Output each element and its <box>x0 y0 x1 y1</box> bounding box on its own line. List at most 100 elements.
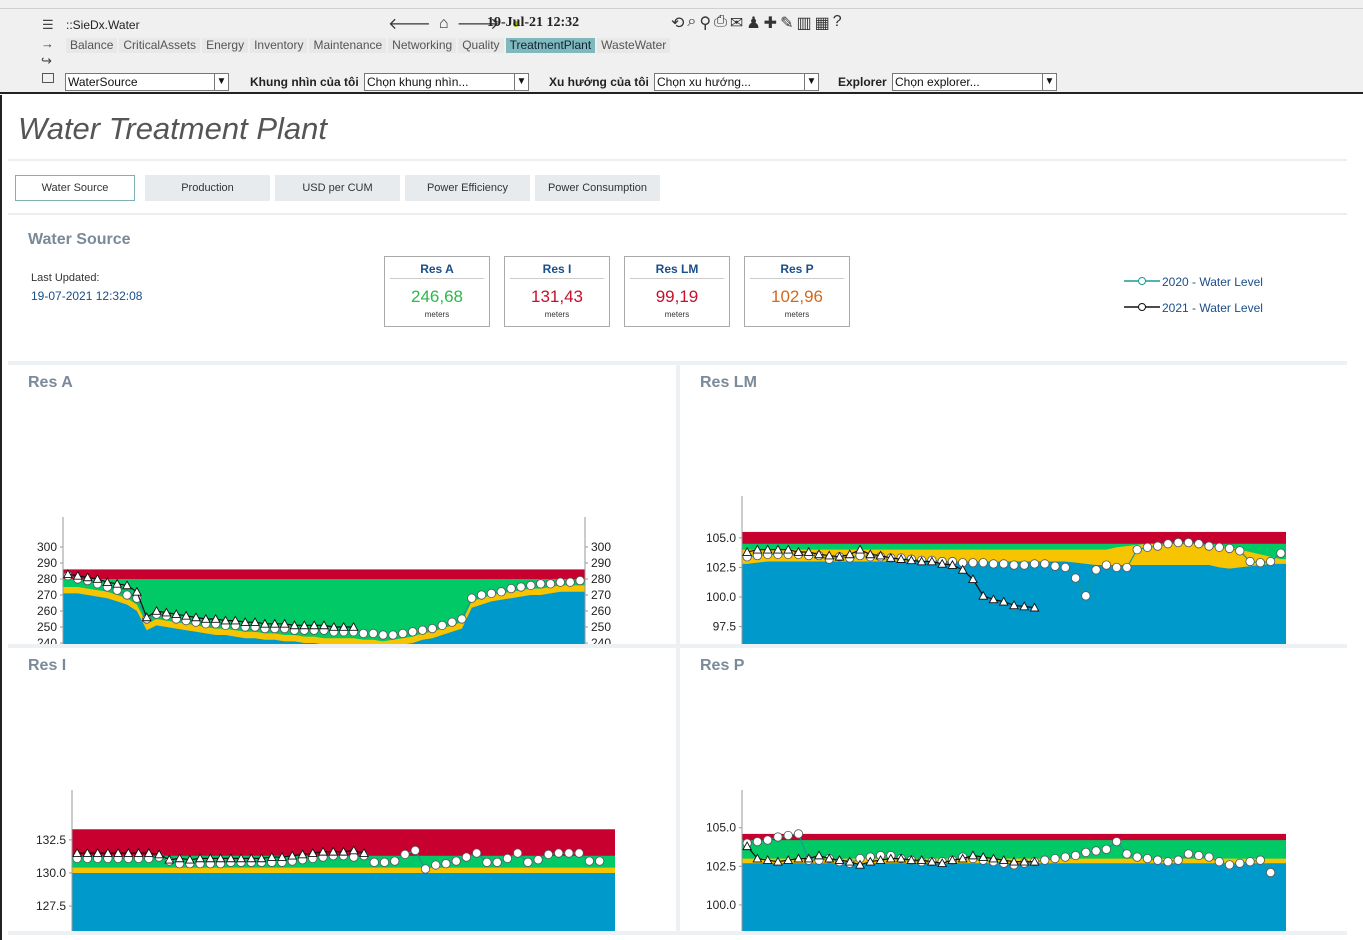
add-icon[interactable]: ✚ <box>764 13 777 33</box>
nav-tab-wastewater[interactable]: WasteWater <box>597 38 671 53</box>
toolbar-divider <box>0 8 1363 9</box>
chart-res-p-svg: 97.5100.0102.5105.0246810121416182022242… <box>706 790 1286 931</box>
location-icon[interactable]: ⚲ <box>699 13 711 33</box>
chart-res-a-svg: 2302302402402502502602602702702802802902… <box>37 517 611 644</box>
kpi-value: 246,68 <box>411 287 463 306</box>
data-point-circle <box>543 849 554 860</box>
data-point-circle <box>1040 855 1050 865</box>
nav-tab-inventory[interactable]: Inventory <box>250 38 308 53</box>
data-point-circle <box>1276 548 1286 558</box>
data-point-circle <box>1183 537 1194 548</box>
back-arrow-icon[interactable]: 🡐 <box>388 13 431 34</box>
kpi-name: Res A <box>390 257 484 279</box>
section-title: Water Source <box>28 231 131 248</box>
toolbar-icons: ⟲ ⌕ ⚲ ⎙ ✉ ♟ ✚ ✎ ▥ ▦ ? <box>671 13 842 33</box>
data-point-circle <box>1173 537 1183 548</box>
data-point-circle <box>793 829 804 839</box>
tab-power-consumption[interactable]: Power Consumption <box>535 175 660 201</box>
data-point-circle <box>1235 546 1245 556</box>
dashboard-page: Water Treatment Plant Water Source Produ… <box>0 95 1363 940</box>
data-point-circle <box>1112 837 1122 847</box>
data-point-circle <box>1224 860 1235 870</box>
nav-tab-quality[interactable]: Quality <box>458 38 504 53</box>
data-point-circle <box>968 558 978 568</box>
print-icon[interactable]: ⎙ <box>714 13 727 33</box>
help-icon[interactable]: ? <box>833 13 842 33</box>
data-point-circle <box>492 857 502 867</box>
return-arrow-icon[interactable]: ↪ <box>41 53 52 69</box>
y-tick-label-right: 250 <box>591 620 611 634</box>
data-point-circle <box>523 857 533 867</box>
y-tick-label: 290 <box>37 556 57 570</box>
data-point-circle <box>378 630 388 640</box>
app-toolbar: ☰ → ↪ ::SieDx.Water Balance CriticalAsset… <box>0 0 1363 94</box>
data-point-circle <box>1142 854 1153 864</box>
chevron-down-icon[interactable]: ▼ <box>214 74 228 90</box>
kpi-card-res-lm[interactable]: Res LM 99,19 meters <box>624 256 730 327</box>
explorer-label: Explorer <box>838 75 887 89</box>
home-icon[interactable]: ⌂ <box>439 15 449 33</box>
chevron-down-icon[interactable]: ▼ <box>1042 74 1056 90</box>
data-point-circle <box>368 628 378 638</box>
data-point-circle <box>427 623 437 634</box>
chart-res-a: Res A 2302302402402502502602602702702802… <box>8 365 676 644</box>
chart-edit-icon[interactable]: ✎ <box>780 13 793 33</box>
legend-item-2020[interactable]: 2020 - Water Level <box>1162 275 1263 289</box>
kpi-card-res-i[interactable]: Res I 131,43 meters <box>504 256 610 327</box>
chevron-down-icon[interactable]: ▼ <box>804 74 818 90</box>
kpi-card-res-p[interactable]: Res P 102,96 meters <box>744 256 850 327</box>
data-point-circle <box>545 579 556 589</box>
mail-icon[interactable]: ✉ <box>730 13 743 33</box>
y-tick-label: 280 <box>37 572 57 586</box>
data-point-circle <box>358 628 368 638</box>
chevron-down-icon[interactable]: ▼ <box>514 74 528 90</box>
kpi-name: Res I <box>510 257 604 279</box>
tab-power-efficiency[interactable]: Power Efficiency <box>405 175 530 201</box>
water-source-select[interactable]: WaterSource ▼ <box>65 73 229 91</box>
kpi-name: Res LM <box>630 257 724 279</box>
tab-production[interactable]: Production <box>145 175 270 201</box>
data-point-circle <box>1112 562 1122 573</box>
data-point-circle <box>482 857 492 867</box>
menu-icon[interactable]: ☰ <box>42 17 54 33</box>
kpi-value: 99,19 <box>655 287 699 306</box>
data-point-circle <box>472 848 482 858</box>
data-point-circle <box>584 856 594 866</box>
data-point-circle <box>1204 852 1214 862</box>
search-chart-icon[interactable]: ⌕ <box>687 13 696 33</box>
chart-res-i-svg: 125.0127.5130.0132.524681012141618202224… <box>36 790 615 931</box>
data-point-circle <box>506 584 516 594</box>
data-point-circle <box>999 559 1009 569</box>
data-point-circle <box>390 856 400 866</box>
data-point-circle <box>1163 539 1173 549</box>
data-point-circle <box>554 848 564 858</box>
data-point-circle <box>565 577 575 587</box>
trend-label: Xu hướng của tôi <box>549 75 649 89</box>
tab-water-source[interactable]: Water Source <box>15 175 135 201</box>
y-tick-label: 97.5 <box>713 620 737 634</box>
data-point-circle <box>513 848 523 858</box>
nav-tab-criticalassets[interactable]: CriticalAssets <box>119 38 201 53</box>
explorer-select[interactable]: Chọn explorer... ▼ <box>892 73 1057 91</box>
arrow-right-icon[interactable]: → <box>41 36 54 51</box>
blue-band <box>742 863 1286 931</box>
data-point-circle <box>400 849 410 860</box>
nav-tab-maintenance[interactable]: Maintenance <box>309 38 387 53</box>
trend-select[interactable]: Chọn xu hướng... ▼ <box>654 73 819 91</box>
data-point-circle <box>1224 543 1235 554</box>
grid-icon[interactable]: ▦ <box>815 13 830 33</box>
bar-chart-icon[interactable]: ▥ <box>796 13 811 33</box>
frame-select[interactable]: Chọn khung nhìn... ▼ <box>364 73 529 91</box>
user-icon[interactable]: ♟ <box>746 13 760 33</box>
data-point-circle <box>369 857 379 867</box>
nav-tab-networking[interactable]: Networking <box>388 38 457 53</box>
legend-item-2021[interactable]: 2021 - Water Level <box>1162 301 1263 315</box>
data-point-circle <box>1081 591 1091 601</box>
data-point-circle <box>575 576 585 586</box>
kpi-card-res-a[interactable]: Res A 246,68 meters <box>384 256 490 327</box>
tab-usd-per-cum[interactable]: USD per CUM <box>275 175 400 201</box>
nav-tab-energy[interactable]: Energy <box>202 38 249 53</box>
nav-tab-treatmentplant[interactable]: TreatmentPlant <box>505 38 596 53</box>
refresh-icon[interactable]: ⟲ <box>671 13 684 33</box>
nav-tab-balance[interactable]: Balance <box>66 38 118 53</box>
